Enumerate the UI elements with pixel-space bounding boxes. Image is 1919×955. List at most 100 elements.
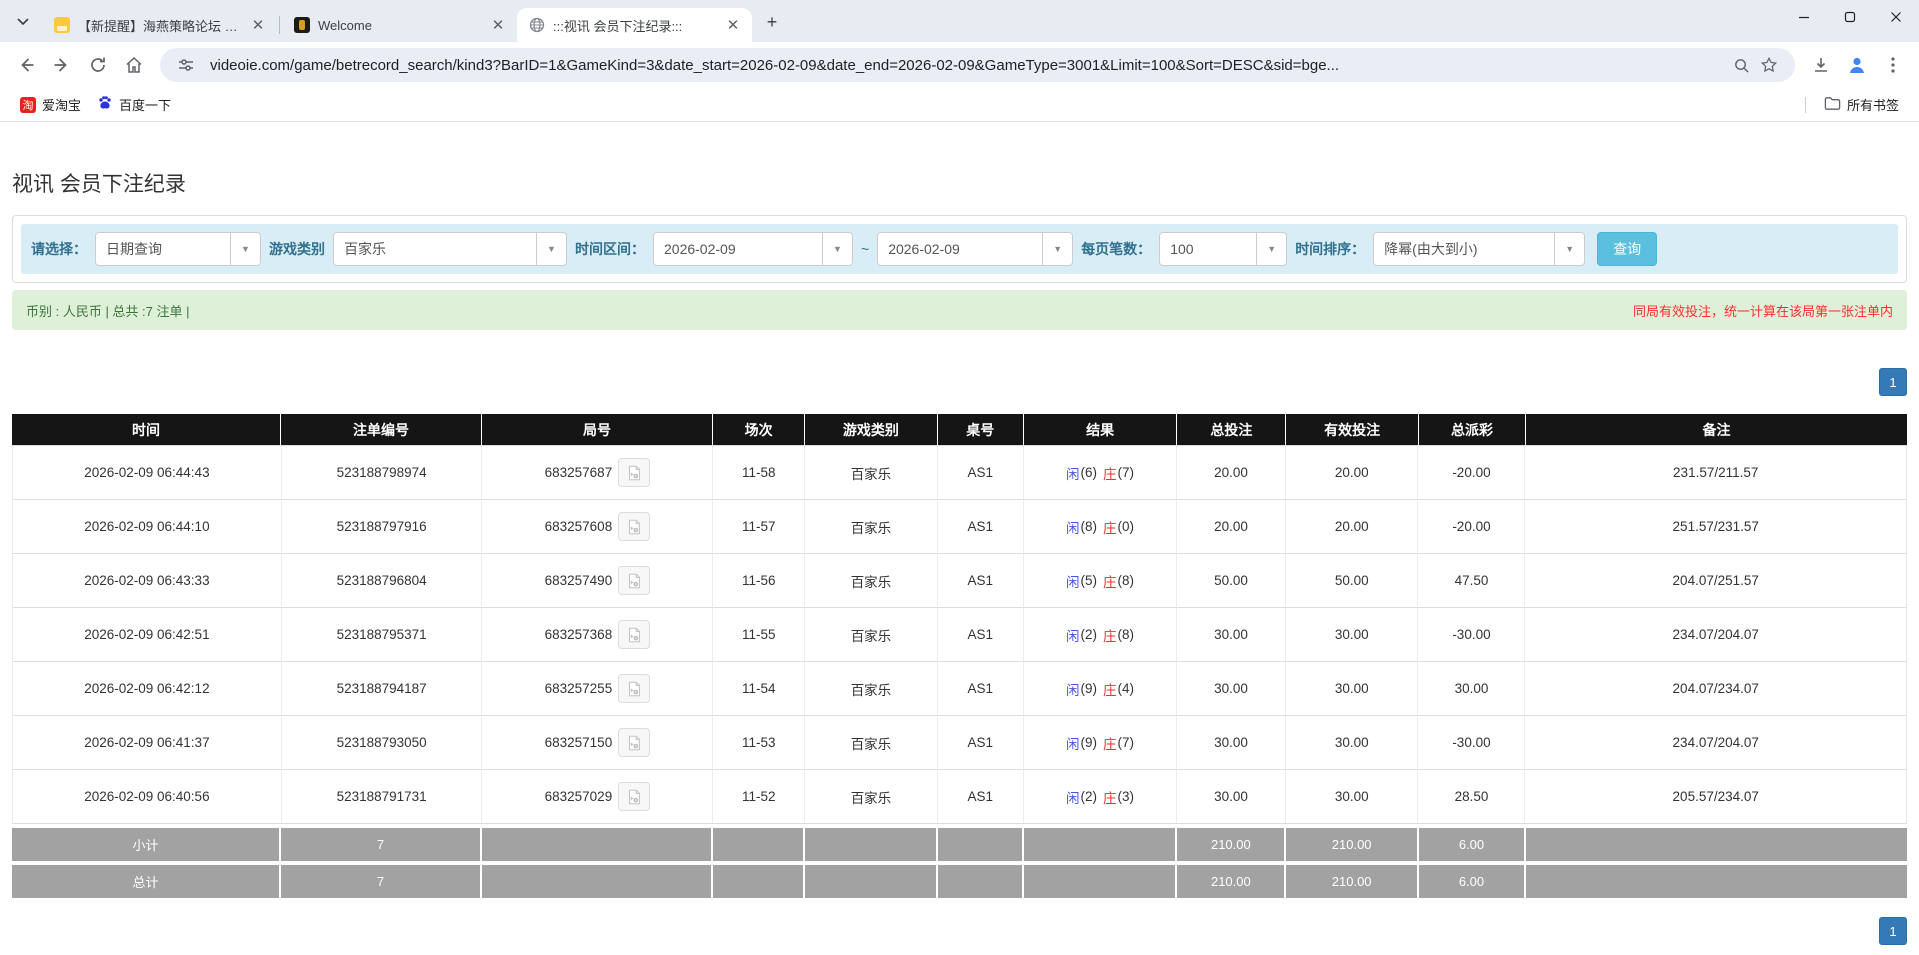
cell-remark: 204.07/234.07 <box>1525 661 1906 715</box>
cell-payout: -30.00 <box>1418 715 1526 769</box>
close-icon[interactable]: ✕ <box>249 16 267 34</box>
table-row: 2026-02-09 06:42:12 523188794187 683257255… <box>12 661 1907 715</box>
chevron-down-icon[interactable]: ▼ <box>822 233 852 265</box>
reload-icon[interactable] <box>82 49 114 81</box>
page-size-select[interactable]: 100 ▼ <box>1159 232 1288 266</box>
video-replay-button[interactable] <box>618 620 651 649</box>
search-icon[interactable] <box>1727 51 1755 79</box>
total-row: 总计 7 210.00 210.00 6.00 <box>12 865 1907 898</box>
new-tab-button[interactable]: + <box>758 8 786 36</box>
cell-remark: 205.57/234.07 <box>1525 769 1906 823</box>
home-icon[interactable] <box>118 49 150 81</box>
all-bookmarks-button[interactable]: 所有书签 <box>1816 91 1907 118</box>
date-end-input[interactable]: 2026-02-09 ▼ <box>877 232 1074 266</box>
cell-game: 百家乐 <box>805 769 938 823</box>
video-replay-button[interactable] <box>618 458 651 487</box>
tab-forum[interactable]: 【新提醒】海燕策略论坛 - 综合 ✕ <box>42 8 277 42</box>
cell-result: 闲 (5) 庄 (8) <box>1023 553 1178 607</box>
cell-remark: 251.57/231.57 <box>1525 499 1906 553</box>
date-start-input[interactable]: 2026-02-09 ▼ <box>653 232 853 266</box>
cell-payout: -30.00 <box>1418 607 1526 661</box>
chevron-down-icon[interactable] <box>8 7 38 37</box>
cell-table: AS1 <box>937 769 1024 823</box>
bookmarks-divider <box>1804 96 1806 113</box>
video-replay-button[interactable] <box>618 512 651 541</box>
video-replay-button[interactable] <box>618 782 651 811</box>
tab-bet-record[interactable]: :::视讯 会员下注纪录::: ✕ <box>517 8 752 42</box>
chevron-down-icon[interactable]: ▼ <box>536 233 566 265</box>
cell-result: 闲 (2) 庄 (8) <box>1023 607 1178 661</box>
result-banker: 庄 <box>1102 682 1117 698</box>
table-footer: 小计 7 210.00 210.00 6.00 总计 7 210.00 210.… <box>12 828 1907 898</box>
date-end-value: 2026-02-09 <box>888 241 960 257</box>
query-type-select[interactable]: 日期查询 ▼ <box>95 232 261 266</box>
cell-session: 11-55 <box>713 607 806 661</box>
chevron-down-icon[interactable]: ▼ <box>1554 233 1585 265</box>
subtotal-count: 7 <box>281 828 482 861</box>
pagination-page-1[interactable]: 1 <box>1879 917 1907 945</box>
subtotal-label: 小计 <box>12 828 282 861</box>
forward-icon[interactable] <box>46 49 78 81</box>
globe-icon <box>529 17 545 33</box>
cell-round: 683257368 <box>482 607 714 661</box>
download-icon[interactable] <box>1805 49 1837 81</box>
chevron-down-icon[interactable]: ▼ <box>1042 233 1073 265</box>
result-player: 闲 <box>1065 790 1080 806</box>
pagination-page-1[interactable]: 1 <box>1879 368 1907 396</box>
cell-round: 683257029 <box>482 769 714 823</box>
result-player: 闲 <box>1065 628 1080 644</box>
cell-payout: -20.00 <box>1418 499 1526 553</box>
page-title: 视讯 会员下注纪录 <box>12 173 186 196</box>
chevron-down-icon[interactable]: ▼ <box>1256 233 1287 265</box>
bookmark-label: 百度一下 <box>119 98 172 113</box>
result-player: 闲 <box>1065 682 1080 698</box>
cell-result: 闲 (9) 庄 (4) <box>1023 661 1178 715</box>
select-type-label: 请选择： <box>31 241 87 257</box>
col-header-payout: 总派彩 <box>1419 414 1527 445</box>
forum-favicon-icon <box>54 17 70 33</box>
table-row: 2026-02-09 06:44:43 523188798974 683257687… <box>12 445 1907 499</box>
chevron-down-icon[interactable]: ▼ <box>230 233 260 265</box>
profile-avatar[interactable] <box>1841 49 1873 81</box>
cell-bet-id: 523188798974 <box>281 445 483 499</box>
address-bar[interactable]: videoie.com/game/betrecord_search/kind3?… <box>160 48 1795 82</box>
minimize-button[interactable] <box>1781 0 1827 34</box>
cell-remark: 204.07/251.57 <box>1525 553 1906 607</box>
cell-table: AS1 <box>937 661 1024 715</box>
query-button[interactable]: 查询 <box>1597 232 1658 266</box>
cell-payout: -20.00 <box>1418 445 1526 499</box>
page-size-label: 每页笔数： <box>1081 241 1152 257</box>
browser-tab-strip: 【新提醒】海燕策略论坛 - 综合 ✕ Welcome ✕ :::视讯 会员下注纪… <box>0 0 1919 42</box>
game-type-select[interactable]: 百家乐 ▼ <box>333 232 567 266</box>
result-banker: 庄 <box>1102 466 1117 482</box>
menu-dots-icon[interactable] <box>1877 49 1909 81</box>
tab-welcome[interactable]: Welcome ✕ <box>282 8 517 42</box>
bookmark-aitaobao[interactable]: 淘 爱淘宝 <box>12 91 89 118</box>
subtotal-payout: 6.00 <box>1418 828 1527 861</box>
cell-time: 2026-02-09 06:43:33 <box>13 553 282 607</box>
video-replay-button[interactable] <box>618 728 651 757</box>
table-row: 2026-02-09 06:41:37 523188793050 683257150… <box>12 715 1907 769</box>
close-window-button[interactable] <box>1873 0 1919 34</box>
game-type-value: 百家乐 <box>344 241 386 257</box>
time-sort-select[interactable]: 降幂(由大到小) ▼ <box>1373 232 1586 266</box>
cell-payout: 30.00 <box>1418 661 1526 715</box>
cell-valid-bet: 50.00 <box>1285 553 1419 607</box>
bookmark-baidu[interactable]: 百度一下 <box>89 91 179 118</box>
maximize-button[interactable] <box>1827 0 1873 34</box>
back-icon[interactable] <box>10 49 42 81</box>
cell-time: 2026-02-09 06:44:10 <box>13 499 282 553</box>
video-replay-button[interactable] <box>618 674 651 703</box>
result-banker: 庄 <box>1102 736 1117 752</box>
time-range-label: 时间区间： <box>575 241 645 257</box>
bookmark-star-icon[interactable] <box>1755 51 1783 79</box>
welcome-favicon-icon <box>294 17 310 33</box>
close-icon[interactable]: ✕ <box>724 16 742 34</box>
subtotal-valid-bet: 210.00 <box>1286 828 1419 861</box>
cell-table: AS1 <box>937 445 1024 499</box>
cell-result: 闲 (6) 庄 (7) <box>1023 445 1178 499</box>
site-settings-icon[interactable] <box>172 51 200 79</box>
query-type-value: 日期查询 <box>106 241 162 257</box>
video-replay-button[interactable] <box>618 566 651 595</box>
close-icon[interactable]: ✕ <box>489 16 507 34</box>
